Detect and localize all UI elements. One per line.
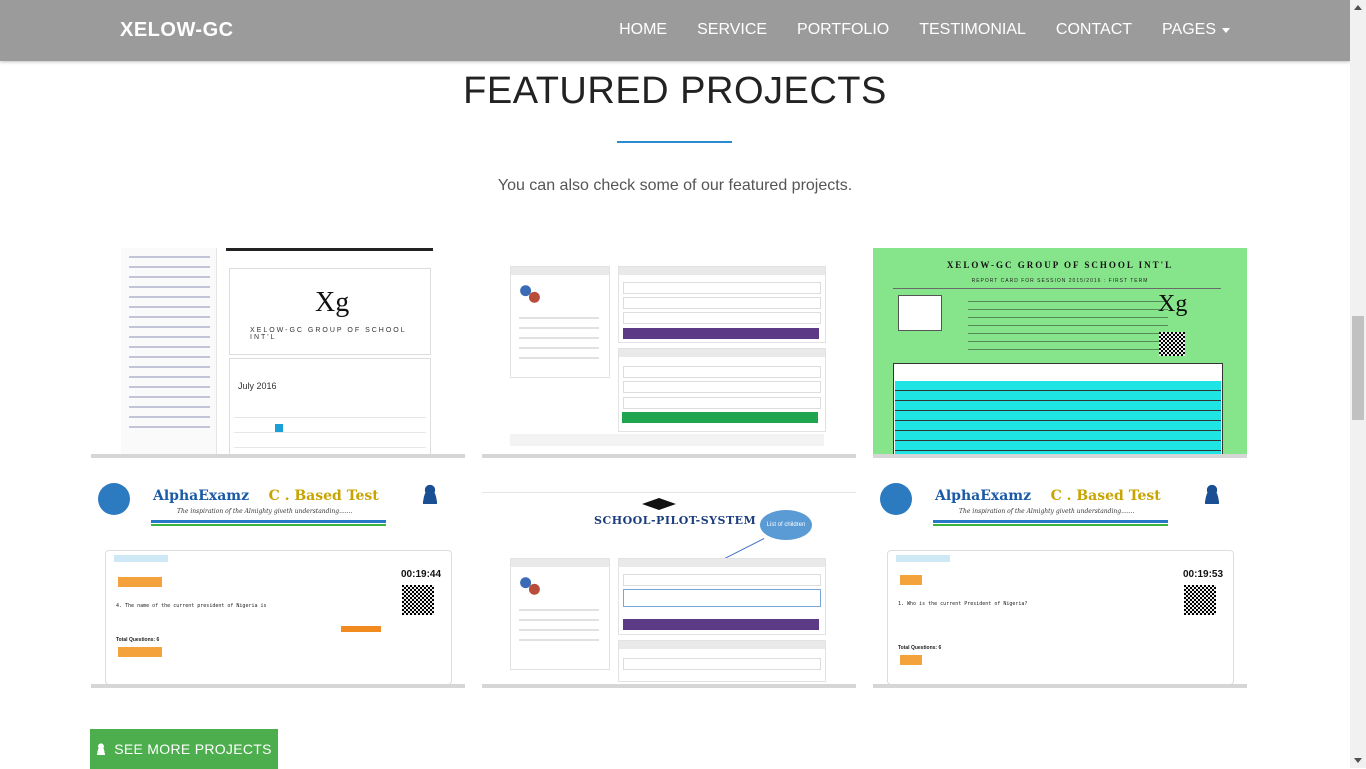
section-subtitle: You can also check some of our featured … — [497, 177, 853, 194]
report-subtitle: REPORT CARD FOR SESSION 2015/2016 : FIRS… — [971, 278, 1149, 284]
qr-code-icon — [1159, 332, 1185, 356]
annotation-bubble: List of children — [760, 510, 812, 540]
exam-question: 1. Who is the current President of Niger… — [898, 601, 1028, 607]
scroll-down-arrow-icon[interactable] — [1354, 758, 1362, 763]
screenshot-calendar: July 2016 — [229, 358, 431, 454]
qr-code-icon — [1184, 585, 1216, 615]
exam-timer: 00:19:53 — [1183, 569, 1224, 580]
school-pilot-logo: SCHOOL-PILOT-SYSTEM — [594, 514, 757, 527]
xg-logo: Xg — [315, 287, 350, 318]
section-title: FEATURED PROJECTS — [463, 70, 887, 112]
nav-service[interactable]: SERVICE — [697, 21, 767, 39]
chevron-down-icon — [1222, 27, 1230, 33]
screenshot-profile-box — [510, 266, 610, 378]
project-thumbnail-exam-results[interactable] — [482, 248, 856, 458]
graduation-cap-icon — [642, 498, 676, 510]
total-questions: Total Questions: 6 — [116, 637, 160, 643]
user-icon — [421, 484, 439, 504]
screenshot-profile-box — [510, 558, 610, 670]
project-thumbnail-alphaexamz[interactable]: AlphaExamz C . Based Test The inspiratio… — [91, 478, 465, 688]
title-divider — [617, 141, 732, 143]
screenshot-school-panel: Xg XELOW-GC GROUP OF SCHOOL INT'L — [229, 268, 431, 355]
screenshot-exam-form — [618, 558, 826, 635]
user-icon — [1203, 484, 1221, 504]
avatar — [519, 283, 541, 305]
project-thumbnail-alphaexamz-question[interactable]: AlphaExamz C . Based Test The inspiratio… — [873, 478, 1247, 688]
project-thumbnail-report-card[interactable]: XELOW-GC GROUP OF SCHOOL INT'L REPORT CA… — [873, 248, 1247, 458]
nav-menu: HOME SERVICE PORTFOLIO TESTIMONIAL CONTA… — [619, 21, 1230, 39]
exam-question: 4. The name of the current president of … — [116, 603, 267, 609]
xg-logo: Xg — [1158, 291, 1188, 317]
see-more-projects-button[interactable]: SEE MORE PROJECTS — [90, 729, 278, 769]
submit-badge-icon — [98, 483, 130, 515]
screenshot-payment-form — [618, 640, 826, 682]
exam-panel: 00:19:53 1. Who is the current President… — [887, 550, 1234, 684]
school-name: XELOW-GC GROUP OF SCHOOL INT'L — [250, 327, 407, 341]
calendar-month: July 2016 — [238, 381, 277, 391]
screenshot-report-card: XELOW-GC GROUP OF SCHOOL INT'L REPORT CA… — [873, 248, 1247, 454]
avatar — [519, 575, 541, 597]
see-more-label: SEE MORE PROJECTS — [114, 741, 272, 757]
nav-contact[interactable]: CONTACT — [1056, 21, 1132, 39]
scroll-up-arrow-icon[interactable] — [1354, 5, 1362, 10]
screenshot-exam-form — [618, 266, 826, 343]
nav-testimonial[interactable]: TESTIMONIAL — [919, 21, 1026, 39]
brand-tagline: The inspiration of the Almighty giveth u… — [959, 508, 1135, 515]
cognitive-report-table — [893, 363, 1223, 454]
total-questions: Total Questions: 6 — [898, 645, 942, 651]
brand-logo[interactable]: XELOW-GC — [120, 19, 234, 42]
scrollbar-thumb[interactable] — [1352, 316, 1364, 420]
student-photo — [898, 295, 942, 331]
submit-badge-icon — [880, 483, 912, 515]
qr-code-icon — [402, 585, 434, 615]
alphaexamz-brand: AlphaExamz C . Based Test — [153, 488, 379, 504]
nav-portfolio[interactable]: PORTFOLIO — [797, 21, 889, 39]
nav-home[interactable]: HOME — [619, 21, 667, 39]
page-scrollbar[interactable] — [1350, 0, 1366, 768]
user-icon — [96, 743, 107, 755]
screenshot-sidebar — [121, 248, 217, 454]
project-thumbnail-dashboard[interactable]: Xg XELOW-GC GROUP OF SCHOOL INT'L July 2… — [91, 248, 465, 458]
alphaexamz-brand: AlphaExamz C . Based Test — [935, 488, 1161, 504]
brand-tagline: The inspiration of the Almighty giveth u… — [177, 508, 353, 515]
exam-timer: 00:19:44 — [401, 569, 442, 580]
exam-panel: 00:19:44 4. The name of the current pres… — [105, 550, 452, 684]
report-title: XELOW-GC GROUP OF SCHOOL INT'L — [946, 260, 1174, 270]
top-navbar: XELOW-GC HOME SERVICE PORTFOLIO TESTIMON… — [0, 0, 1350, 61]
nav-pages-label: PAGES — [1162, 21, 1216, 38]
nav-pages-dropdown[interactable]: PAGES — [1162, 21, 1230, 39]
project-thumbnail-school-pilot[interactable]: SCHOOL-PILOT-SYSTEM List of children — [482, 478, 856, 688]
